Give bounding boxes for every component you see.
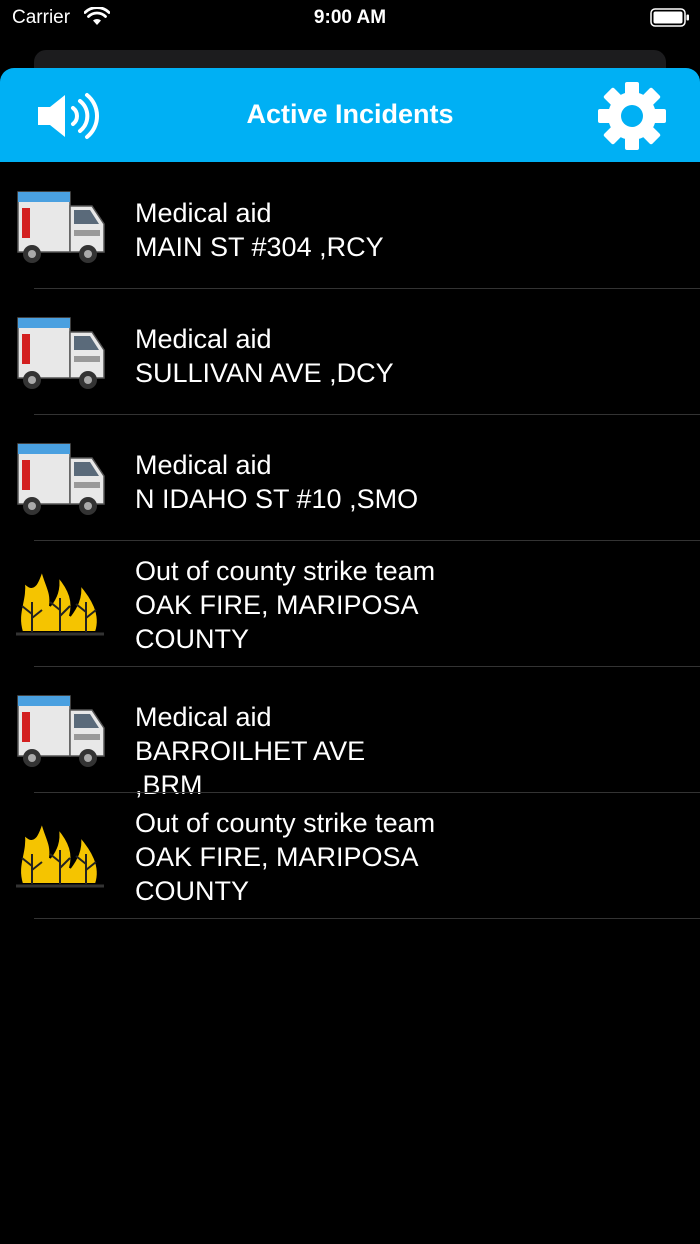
list-item[interactable]: Medical aid N IDAHO ST #10 ,SMO [0, 414, 700, 541]
incident-type: Medical aid [135, 450, 272, 480]
incident-list: Medical aid MAIN ST #304 ,RCY Medical ai… [0, 162, 700, 919]
incident-text: Out of county strike team OAK FIRE, MARI… [135, 554, 555, 656]
incident-text: Medical aid BARROILHET AVE ,BRM [135, 700, 435, 802]
incident-location: MAIN ST #304 ,RCY [135, 232, 384, 262]
incident-text: Medical aid N IDAHO ST #10 ,SMO [135, 448, 435, 516]
list-item[interactable]: Medical aid BARROILHET AVE ,BRM [0, 666, 700, 800]
incident-location: OAK FIRE, MARIPOSA COUNTY [135, 590, 418, 654]
page-title: Active Incidents [246, 99, 454, 129]
list-item[interactable]: Medical aid SULLIVAN AVE ,DCY [0, 288, 700, 415]
battery-icon [650, 8, 689, 27]
incident-text: Medical aid MAIN ST #304 ,RCY [135, 196, 435, 264]
ambulance-icon [17, 443, 105, 515]
fire-icon [16, 566, 104, 636]
incident-text: Medical aid SULLIVAN AVE ,DCY [135, 322, 435, 390]
incident-location: SULLIVAN AVE ,DCY [135, 358, 394, 388]
incident-type: Out of county strike team [135, 808, 436, 838]
incident-type: Out of county strike team [135, 556, 436, 586]
incident-location: OAK FIRE, MARIPOSA COUNTY [135, 842, 418, 906]
status-bar: Carrier 9:00 AM [0, 0, 700, 36]
list-item[interactable]: Out of county strike team OAK FIRE, MARI… [0, 540, 700, 667]
row-divider [34, 918, 700, 919]
clock: 9:00 AM [313, 7, 387, 28]
list-item[interactable]: Medical aid MAIN ST #304 ,RCY [0, 162, 700, 289]
incident-type: Medical aid [135, 198, 272, 228]
navbar: Active Incidents [0, 68, 700, 162]
incident-type: Medical aid [135, 702, 272, 732]
incident-location: N IDAHO ST #10 ,SMO [135, 484, 419, 514]
incident-text: Out of county strike team OAK FIRE, MARI… [135, 806, 555, 908]
gear-icon[interactable] [596, 80, 668, 152]
ambulance-icon [17, 191, 105, 263]
ambulance-icon [17, 317, 105, 389]
ambulance-icon [17, 695, 105, 767]
incident-type: Medical aid [135, 324, 272, 354]
fire-icon [16, 818, 104, 888]
list-item[interactable]: Out of county strike team OAK FIRE, MARI… [0, 792, 700, 919]
